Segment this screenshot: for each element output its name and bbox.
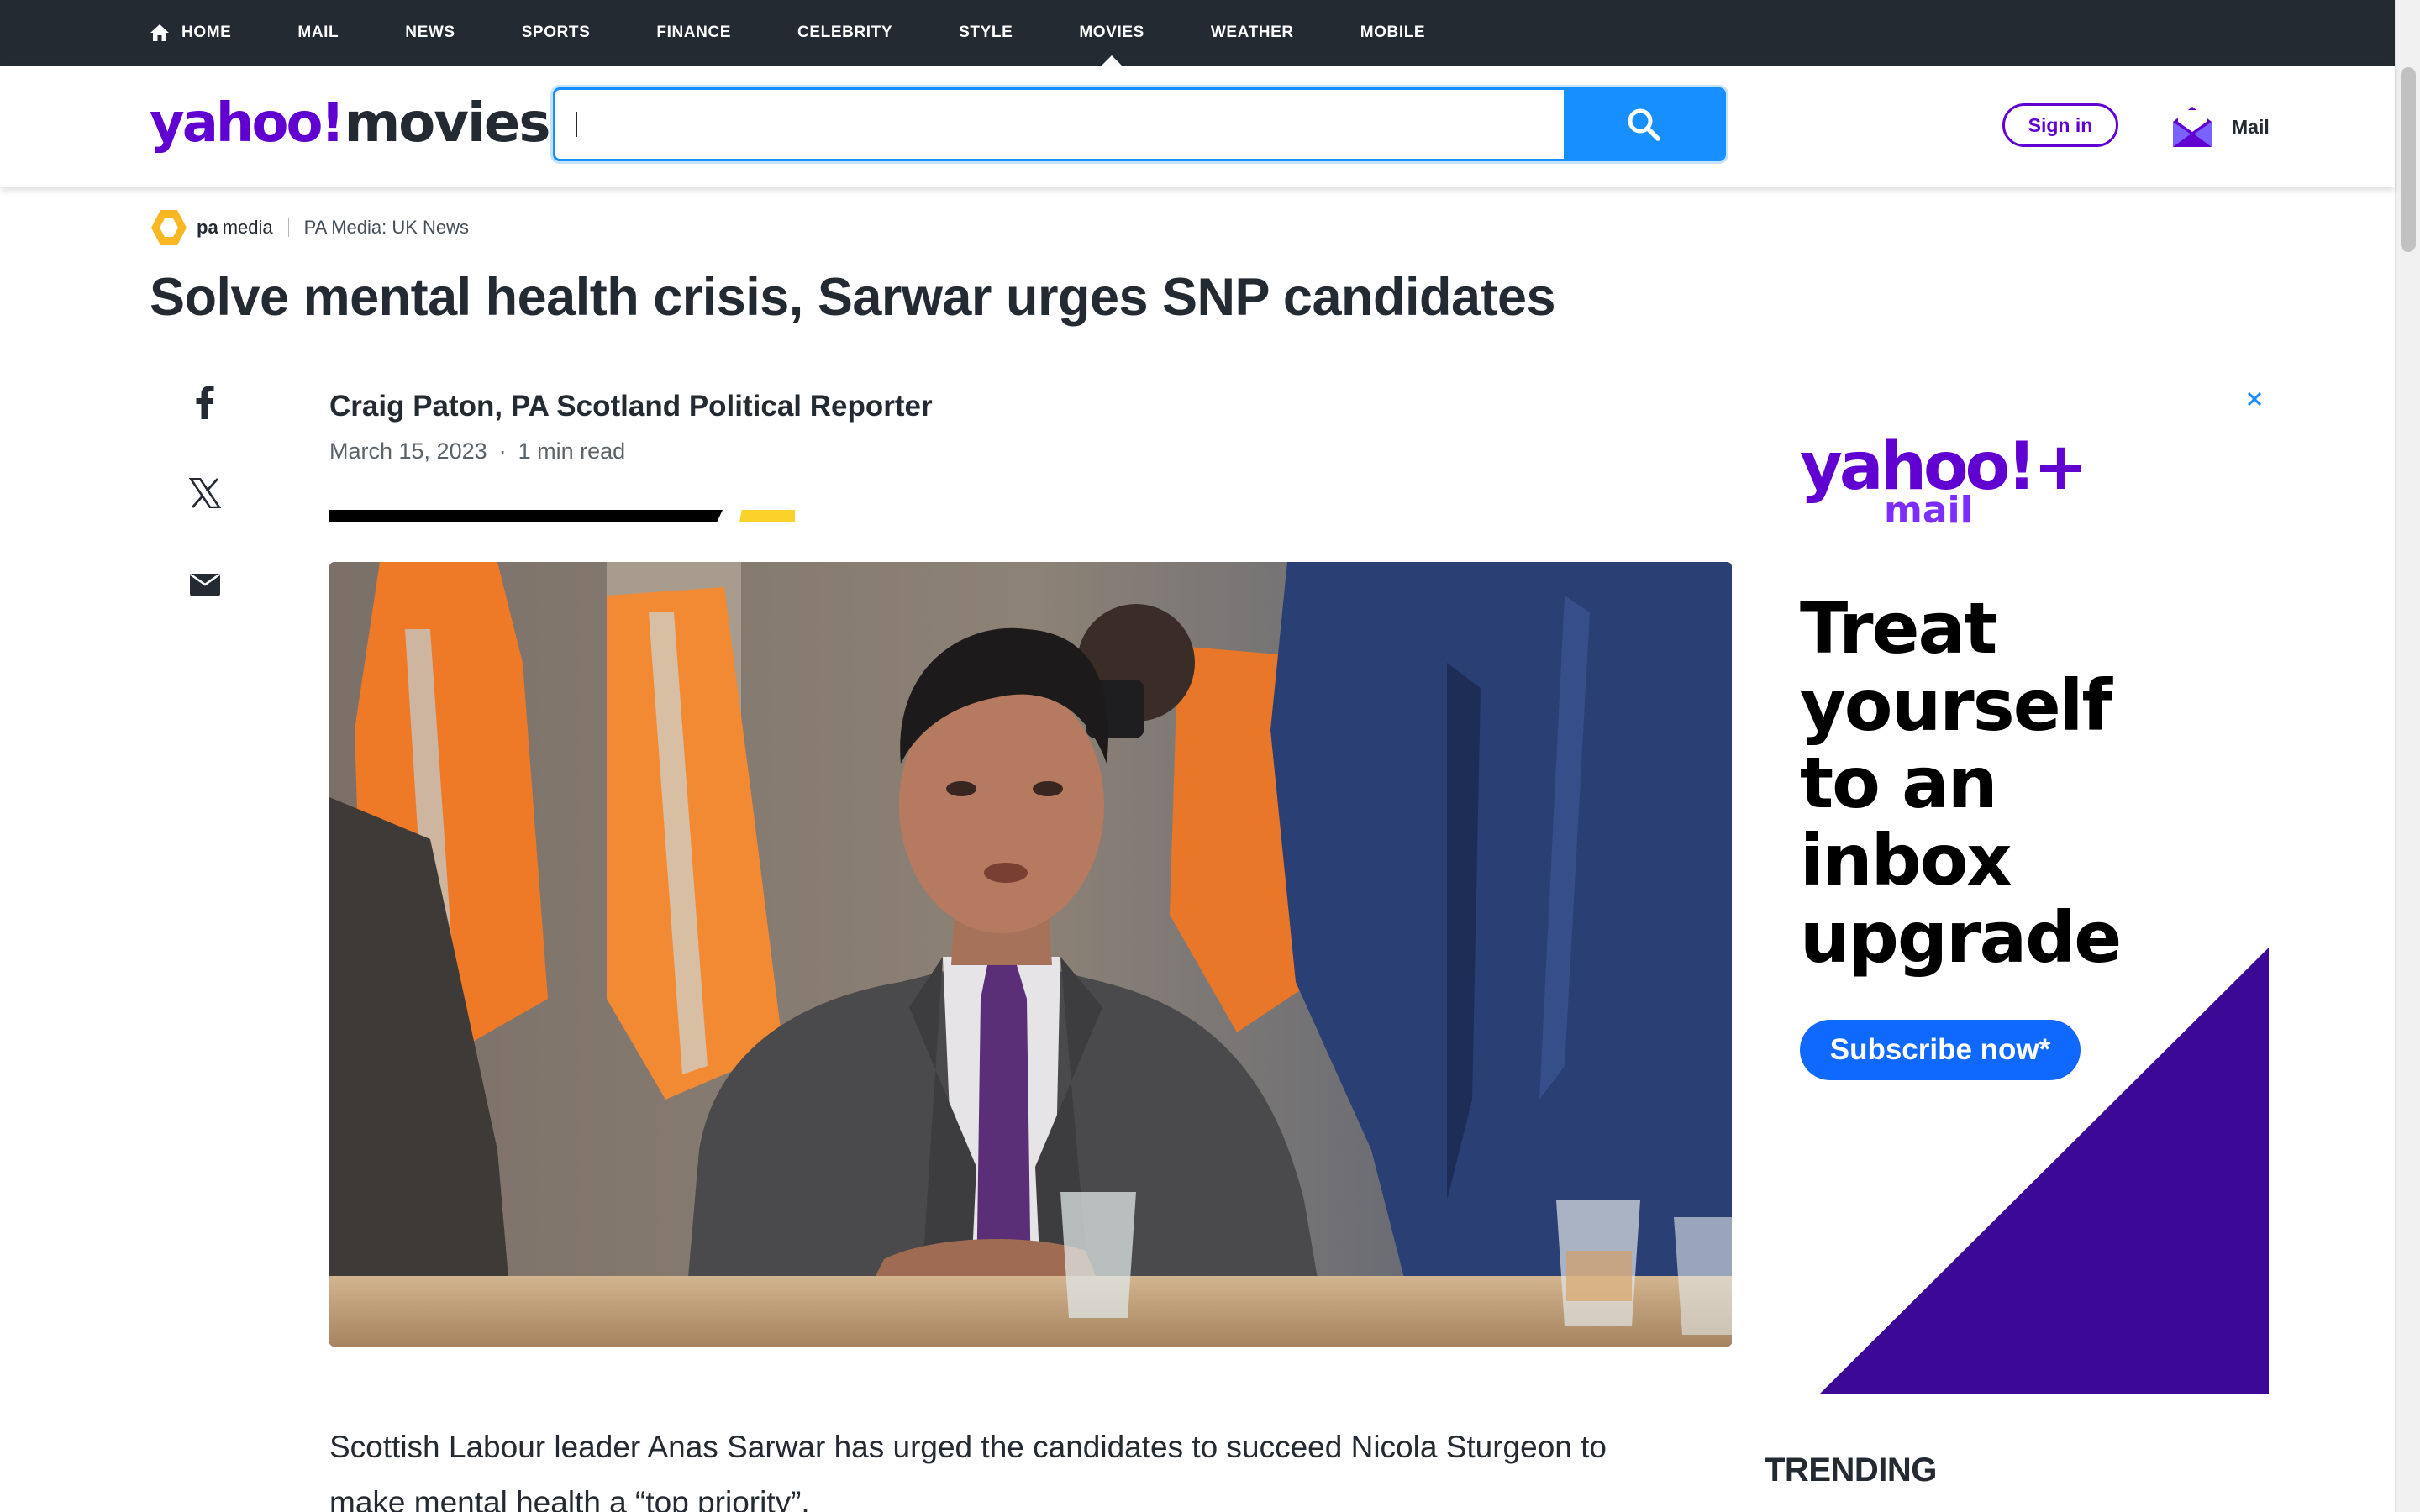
logo-section-text: movies [344,92,551,155]
share-rail [185,382,225,654]
nav-item-weather[interactable]: WEATHER [1211,0,1294,66]
nav-item-mobile[interactable]: MOBILE [1360,0,1426,66]
nav-item-mail[interactable]: MAIL [297,0,339,66]
provider-source-label[interactable]: PA Media: UK News [304,217,469,239]
close-icon [2247,391,2262,407]
x-twitter-icon [189,478,221,508]
nav-link-mail[interactable]: MAIL [297,24,339,42]
ad-tagline: Treat yourself to an inbox upgrade [1800,587,2122,979]
ad-close-button[interactable] [2242,386,2267,412]
search-icon [1628,108,1660,141]
top-nav-list: HOME MAIL NEWS SPORTS FINANCE CELEBRITY … [150,0,1491,66]
page-scrollbar[interactable] [2395,0,2420,1512]
meta-separator: · [498,438,507,464]
nav-item-news[interactable]: NEWS [405,0,455,66]
article-divider-black [329,510,723,522]
nav-link-mobile[interactable]: MOBILE [1360,24,1426,42]
subscribe-now-button[interactable]: Subscribe now* [1800,1020,2081,1080]
mail-link[interactable]: Mail [2171,104,2270,150]
yahoo-movies-logo[interactable]: yahoo! movies [150,92,551,160]
text-cursor [576,112,577,137]
nav-link-finance[interactable]: FINANCE [656,24,731,42]
email-icon [190,573,220,596]
provider-logo-bold: pa [197,217,218,238]
lead-image-illustration [329,562,1732,1347]
nav-item-style[interactable]: STYLE [959,0,1013,66]
mail-label: Mail [2232,115,2270,138]
nav-link-sports[interactable]: SPORTS [522,24,591,42]
nav-item-finance[interactable]: FINANCE [656,0,731,66]
ad-brand-logo: yahoo!+ mail [1800,433,2088,532]
nav-item-sports[interactable]: SPORTS [522,0,591,66]
nav-item-movies[interactable]: MOVIES [1079,0,1144,66]
share-x-button[interactable] [185,473,225,513]
nav-item-celebrity[interactable]: CELEBRITY [797,0,892,66]
home-icon [150,24,169,41]
trending-heading: TRENDING [1765,1452,1937,1488]
search-button[interactable] [1564,90,1723,159]
active-tab-caret-icon [1102,55,1123,66]
nav-link-style[interactable]: STYLE [959,24,1013,42]
article-date: March 15, 2023 [329,438,487,464]
nav-label-home: HOME [182,24,232,41]
article-read-time: 1 min read [518,438,626,464]
article-author: Craig Paton, PA Scotland Political Repor… [329,390,933,423]
top-navigation-bar: HOME MAIL NEWS SPORTS FINANCE CELEBRITY … [0,0,2395,66]
nav-link-news[interactable]: NEWS [405,24,455,42]
mail-envelope-icon [2173,107,2212,147]
scrollbar-thumb[interactable] [2401,67,2416,252]
logo-yahoo-text: yahoo! [150,92,345,155]
search-input[interactable] [555,90,1564,159]
article-divider-yellow [739,510,795,522]
article-provider[interactable]: pa media PA Media: UK News [150,208,469,247]
share-facebook-button[interactable] [185,382,225,423]
share-email-button[interactable] [185,564,225,604]
nav-item-home[interactable]: HOME [150,0,231,66]
ad-brand-mail: mail [1884,489,1973,532]
nav-link-celebrity[interactable]: CELEBRITY [797,24,892,42]
nav-link-movies[interactable]: MOVIES [1079,24,1144,42]
yahoo-plus-mail-ad[interactable]: yahoo!+ mail Treat yourself to an inbox … [1765,413,2269,1394]
article-lead-image[interactable] [329,562,1732,1347]
nav-link-weather[interactable]: WEATHER [1211,24,1294,42]
search-box [553,87,1726,161]
nav-link-home[interactable]: HOME [150,24,231,42]
article-body-paragraph: Scottish Labour leader Anas Sarwar has u… [329,1430,1607,1512]
provider-logo-light: media [222,217,273,238]
site-header: yahoo! movies Sign in Mail [0,66,2395,187]
article-headline: Solve mental health crisis, Sarwar urges… [150,268,1556,327]
sign-in-button[interactable]: Sign in [2002,103,2118,147]
article-meta: March 15, 2023 · 1 min read [329,438,625,465]
facebook-icon [196,386,214,419]
provider-separator [287,218,289,237]
pa-media-logo-icon [151,210,187,245]
